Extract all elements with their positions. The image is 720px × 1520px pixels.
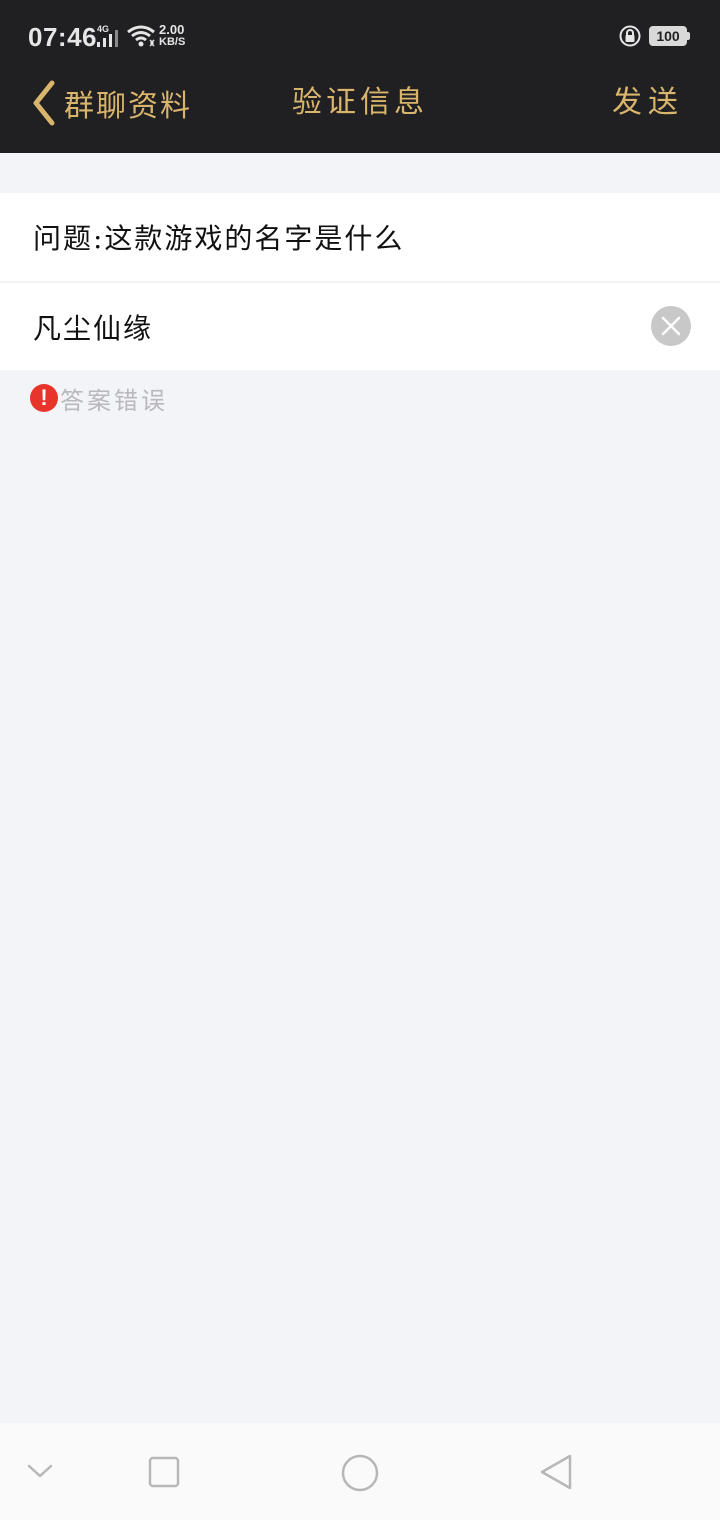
signal-icon xyxy=(97,30,118,47)
battery-icon: 100 xyxy=(649,26,690,46)
top-bar: 07:46 4G 2.00 KB/S 100 群聊资料 验证信息 发送 xyxy=(0,0,720,153)
collapse-button[interactable] xyxy=(26,1461,54,1481)
answer-row xyxy=(0,283,720,370)
back-button[interactable] xyxy=(538,1453,574,1491)
send-button[interactable]: 发送 xyxy=(612,78,684,128)
error-icon: ! xyxy=(30,384,58,412)
question-row: 问题:这款游戏的名字是什么 xyxy=(0,193,720,281)
wifi-icon xyxy=(127,25,155,47)
answer-input[interactable] xyxy=(33,283,633,370)
network-speed: 2.00 KB/S xyxy=(159,22,186,48)
battery-level: 100 xyxy=(649,26,687,46)
status-time: 07:46 xyxy=(28,22,97,52)
close-icon xyxy=(661,316,681,336)
network-speed-value: 2.00 xyxy=(159,22,185,37)
rotate-lock-icon xyxy=(619,25,641,47)
back-label: 群聊资料 xyxy=(64,89,192,124)
recents-button[interactable] xyxy=(148,1456,180,1488)
back-to-group-info-button[interactable]: 群聊资料 xyxy=(28,78,192,128)
question-text: 问题:这款游戏的名字是什么 xyxy=(33,222,405,255)
system-nav-bar xyxy=(0,1423,720,1520)
battery-tip xyxy=(687,32,690,40)
error-text: 答案错误 xyxy=(60,386,168,415)
error-message: ! 答案错误 xyxy=(30,382,168,415)
network-speed-unit: KB/S xyxy=(159,36,186,48)
chevron-left-icon xyxy=(33,80,55,126)
home-button[interactable] xyxy=(340,1453,380,1493)
clear-button[interactable] xyxy=(651,306,691,346)
